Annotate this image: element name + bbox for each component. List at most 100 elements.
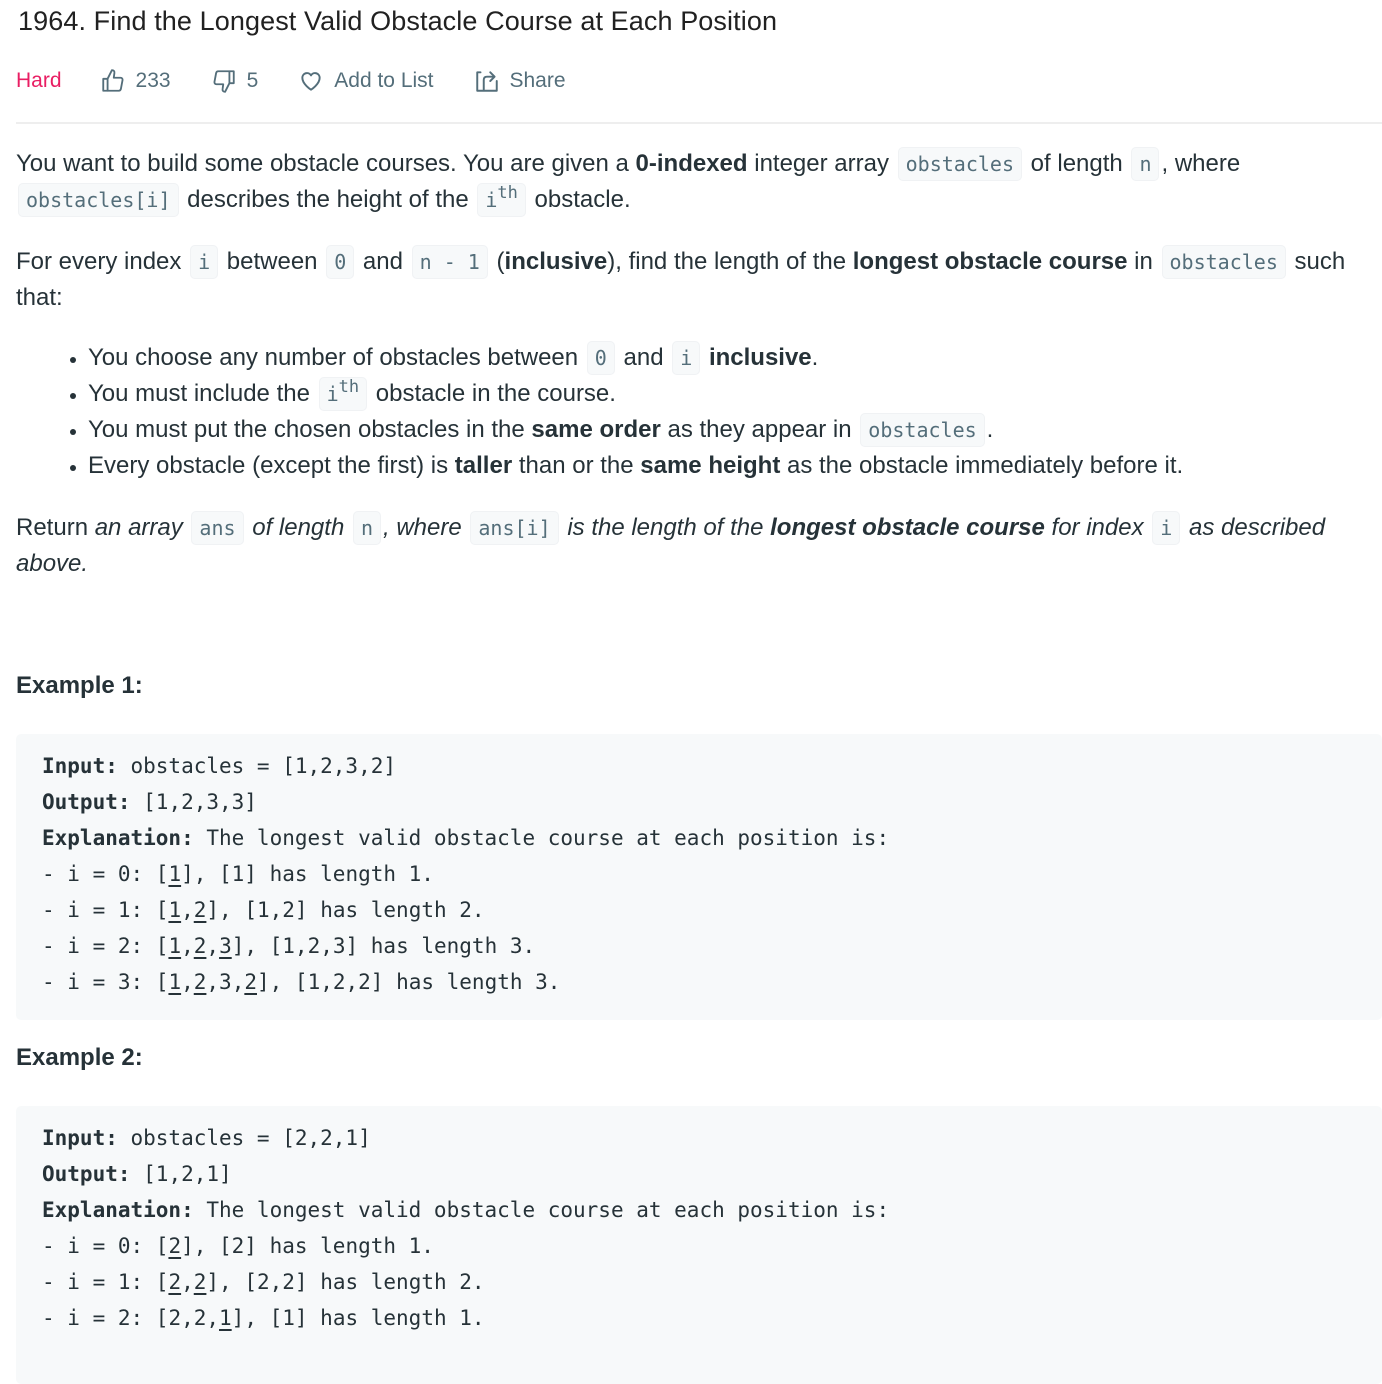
thumbs-down-icon (213, 70, 235, 93)
highlighted-element: 1 (168, 934, 182, 958)
line-suffix: ], [1,2,3] has length 3. (231, 934, 536, 958)
line-text: , (181, 970, 194, 994)
example-output-line: Output: [1,2,1] (42, 1156, 1356, 1192)
line-suffix: ], [1] has length 1. (181, 862, 434, 886)
line-prefix: - i = 3: [ (42, 970, 169, 994)
line-prefix: - i = 0: [ (42, 1234, 169, 1258)
highlighted-element: 2 (193, 970, 207, 994)
example-explanation-line: Explanation: The longest valid obstacle … (42, 1192, 1356, 1228)
line-prefix: - i = 1: [ (42, 1270, 169, 1294)
line-text: , (181, 1270, 194, 1294)
header-divider (16, 122, 1382, 124)
line-prefix: - i = 0: [ (42, 862, 169, 886)
output-label: Output: (42, 1162, 131, 1186)
line-suffix: ], [2] has length 1. (181, 1234, 434, 1258)
example-input-line: Input: obstacles = [2,2,1] (42, 1120, 1356, 1156)
inline-code: obstacles (860, 413, 985, 447)
thumbs-up-icon (101, 69, 124, 92)
inline-code: ith (477, 183, 526, 217)
explanation-line: - i = 0: [2], [2] has length 1. (42, 1228, 1356, 1264)
return-paragraph: Return an array ans of length n, where a… (16, 510, 1382, 582)
example-1-block: Input: obstacles = [1,2,3,2] Output: [1,2… (16, 734, 1382, 1020)
problem-title: 1964. Find the Longest Valid Obstacle Co… (18, 6, 778, 36)
line-suffix: ], [2,2] has length 2. (206, 1270, 485, 1294)
description-paragraph-1: You want to build some obstacle courses.… (16, 146, 1382, 218)
heart-icon (301, 72, 321, 91)
example-input-line: Input: obstacles = [1,2,3,2] (42, 748, 1356, 784)
inline-code: ans[i] (470, 511, 559, 545)
inline-code: 0 (326, 245, 355, 279)
line-prefix: - i = 2: [ (42, 934, 169, 958)
like-button[interactable]: 233 (100, 68, 171, 94)
like-count: 233 (135, 69, 171, 92)
highlighted-element: 1 (168, 970, 182, 994)
output-label: Output: (42, 790, 131, 814)
explanation-line: - i = 3: [1,2,3,2], [1,2,2] has length 3… (42, 964, 1356, 1000)
line-text: 2,2, (168, 1306, 220, 1330)
highlighted-element: 2 (193, 898, 207, 922)
highlighted-element: 1 (219, 1306, 232, 1330)
inline-code: 0 (586, 341, 615, 375)
input-value: obstacles = [1,2,3,2] (117, 754, 397, 778)
inline-code: obstacles[i] (18, 183, 179, 217)
input-value: obstacles = [2,2,1] (117, 1126, 371, 1150)
add-to-list-label: Add to List (334, 69, 434, 92)
inline-code: n - 1 (411, 245, 488, 279)
problem-description: You want to build some obstacle courses.… (16, 146, 1382, 582)
description-paragraph-2: For every index i between 0 and n - 1 (i… (16, 244, 1382, 316)
line-text: , (181, 898, 194, 922)
list-item: You must put the chosen obstacles in the… (88, 412, 1382, 448)
example-2-title: Example 2: (16, 1044, 143, 1071)
line-prefix: - i = 2: [ (42, 1306, 169, 1330)
constraints-list: You choose any number of obstacles betwe… (16, 340, 1382, 484)
share-button[interactable]: Share (474, 68, 566, 94)
highlighted-element: 2 (193, 934, 207, 958)
highlighted-element: 2 (168, 1234, 182, 1258)
inline-code: ith (318, 377, 368, 411)
highlighted-element: 2 (168, 1270, 182, 1294)
input-label: Input: (42, 754, 118, 778)
line-suffix: ], [1] has length 1. (231, 1306, 485, 1330)
dislike-button[interactable]: 5 (211, 68, 259, 94)
share-label: Share (509, 69, 566, 92)
highlighted-element: 1 (168, 862, 182, 886)
list-item: You choose any number of obstacles betwe… (88, 340, 1382, 376)
share-icon (475, 71, 498, 92)
line-suffix: ], [1,2] has length 2. (206, 898, 485, 922)
explanation-value: The longest valid obstacle course at eac… (193, 1198, 890, 1222)
output-value: [1,2,3,3] (130, 790, 257, 814)
output-value: [1,2,1] (130, 1162, 232, 1186)
example-output-line: Output: [1,2,3,3] (42, 784, 1356, 820)
explanation-line: - i = 0: [1], [1] has length 1. (42, 856, 1356, 892)
difficulty-badge: Hard (16, 69, 62, 92)
line-suffix: ], [1,2,2] has length 3. (257, 970, 561, 994)
list-item: Every obstacle (except the first) is tal… (88, 448, 1382, 484)
example-explanation-line: Explanation: The longest valid obstacle … (42, 820, 1356, 856)
explanation-line: - i = 2: [2,2,1], [1] has length 1. (42, 1300, 1356, 1336)
inline-code: i (1152, 511, 1181, 545)
explanation-label: Explanation: (42, 1198, 194, 1222)
line-text: ,3, (206, 970, 245, 994)
inline-code: obstacles (1161, 245, 1286, 279)
inline-code: n (352, 511, 382, 545)
problem-meta-bar: Hard 233 5 Add to List Share (16, 64, 606, 98)
highlighted-element: 3 (219, 934, 232, 958)
inline-code: ans (191, 511, 244, 545)
inline-code: n (1131, 147, 1160, 181)
list-item: You must include the ith obstacle in the… (88, 376, 1382, 412)
example-2-block: Input: obstacles = [2,2,1] Output: [1,2,1… (16, 1106, 1382, 1384)
explanation-label: Explanation: (42, 826, 194, 850)
inline-code: i (190, 245, 219, 279)
explanation-line: - i = 1: [2,2], [2,2] has length 2. (42, 1264, 1356, 1300)
explanation-line: - i = 2: [1,2,3], [1,2,3] has length 3. (42, 928, 1356, 964)
inline-code: obstacles (897, 147, 1023, 181)
highlighted-element: 2 (244, 970, 257, 994)
explanation-line: - i = 1: [1,2], [1,2] has length 2. (42, 892, 1356, 928)
dislike-count: 5 (246, 69, 259, 92)
line-text: , (181, 934, 194, 958)
example-1-title: Example 1: (16, 672, 143, 699)
add-to-list-button[interactable]: Add to List (298, 68, 434, 94)
highlighted-element: 2 (193, 1270, 207, 1294)
explanation-value: The longest valid obstacle course at eac… (193, 826, 890, 850)
line-text: , (206, 934, 220, 958)
